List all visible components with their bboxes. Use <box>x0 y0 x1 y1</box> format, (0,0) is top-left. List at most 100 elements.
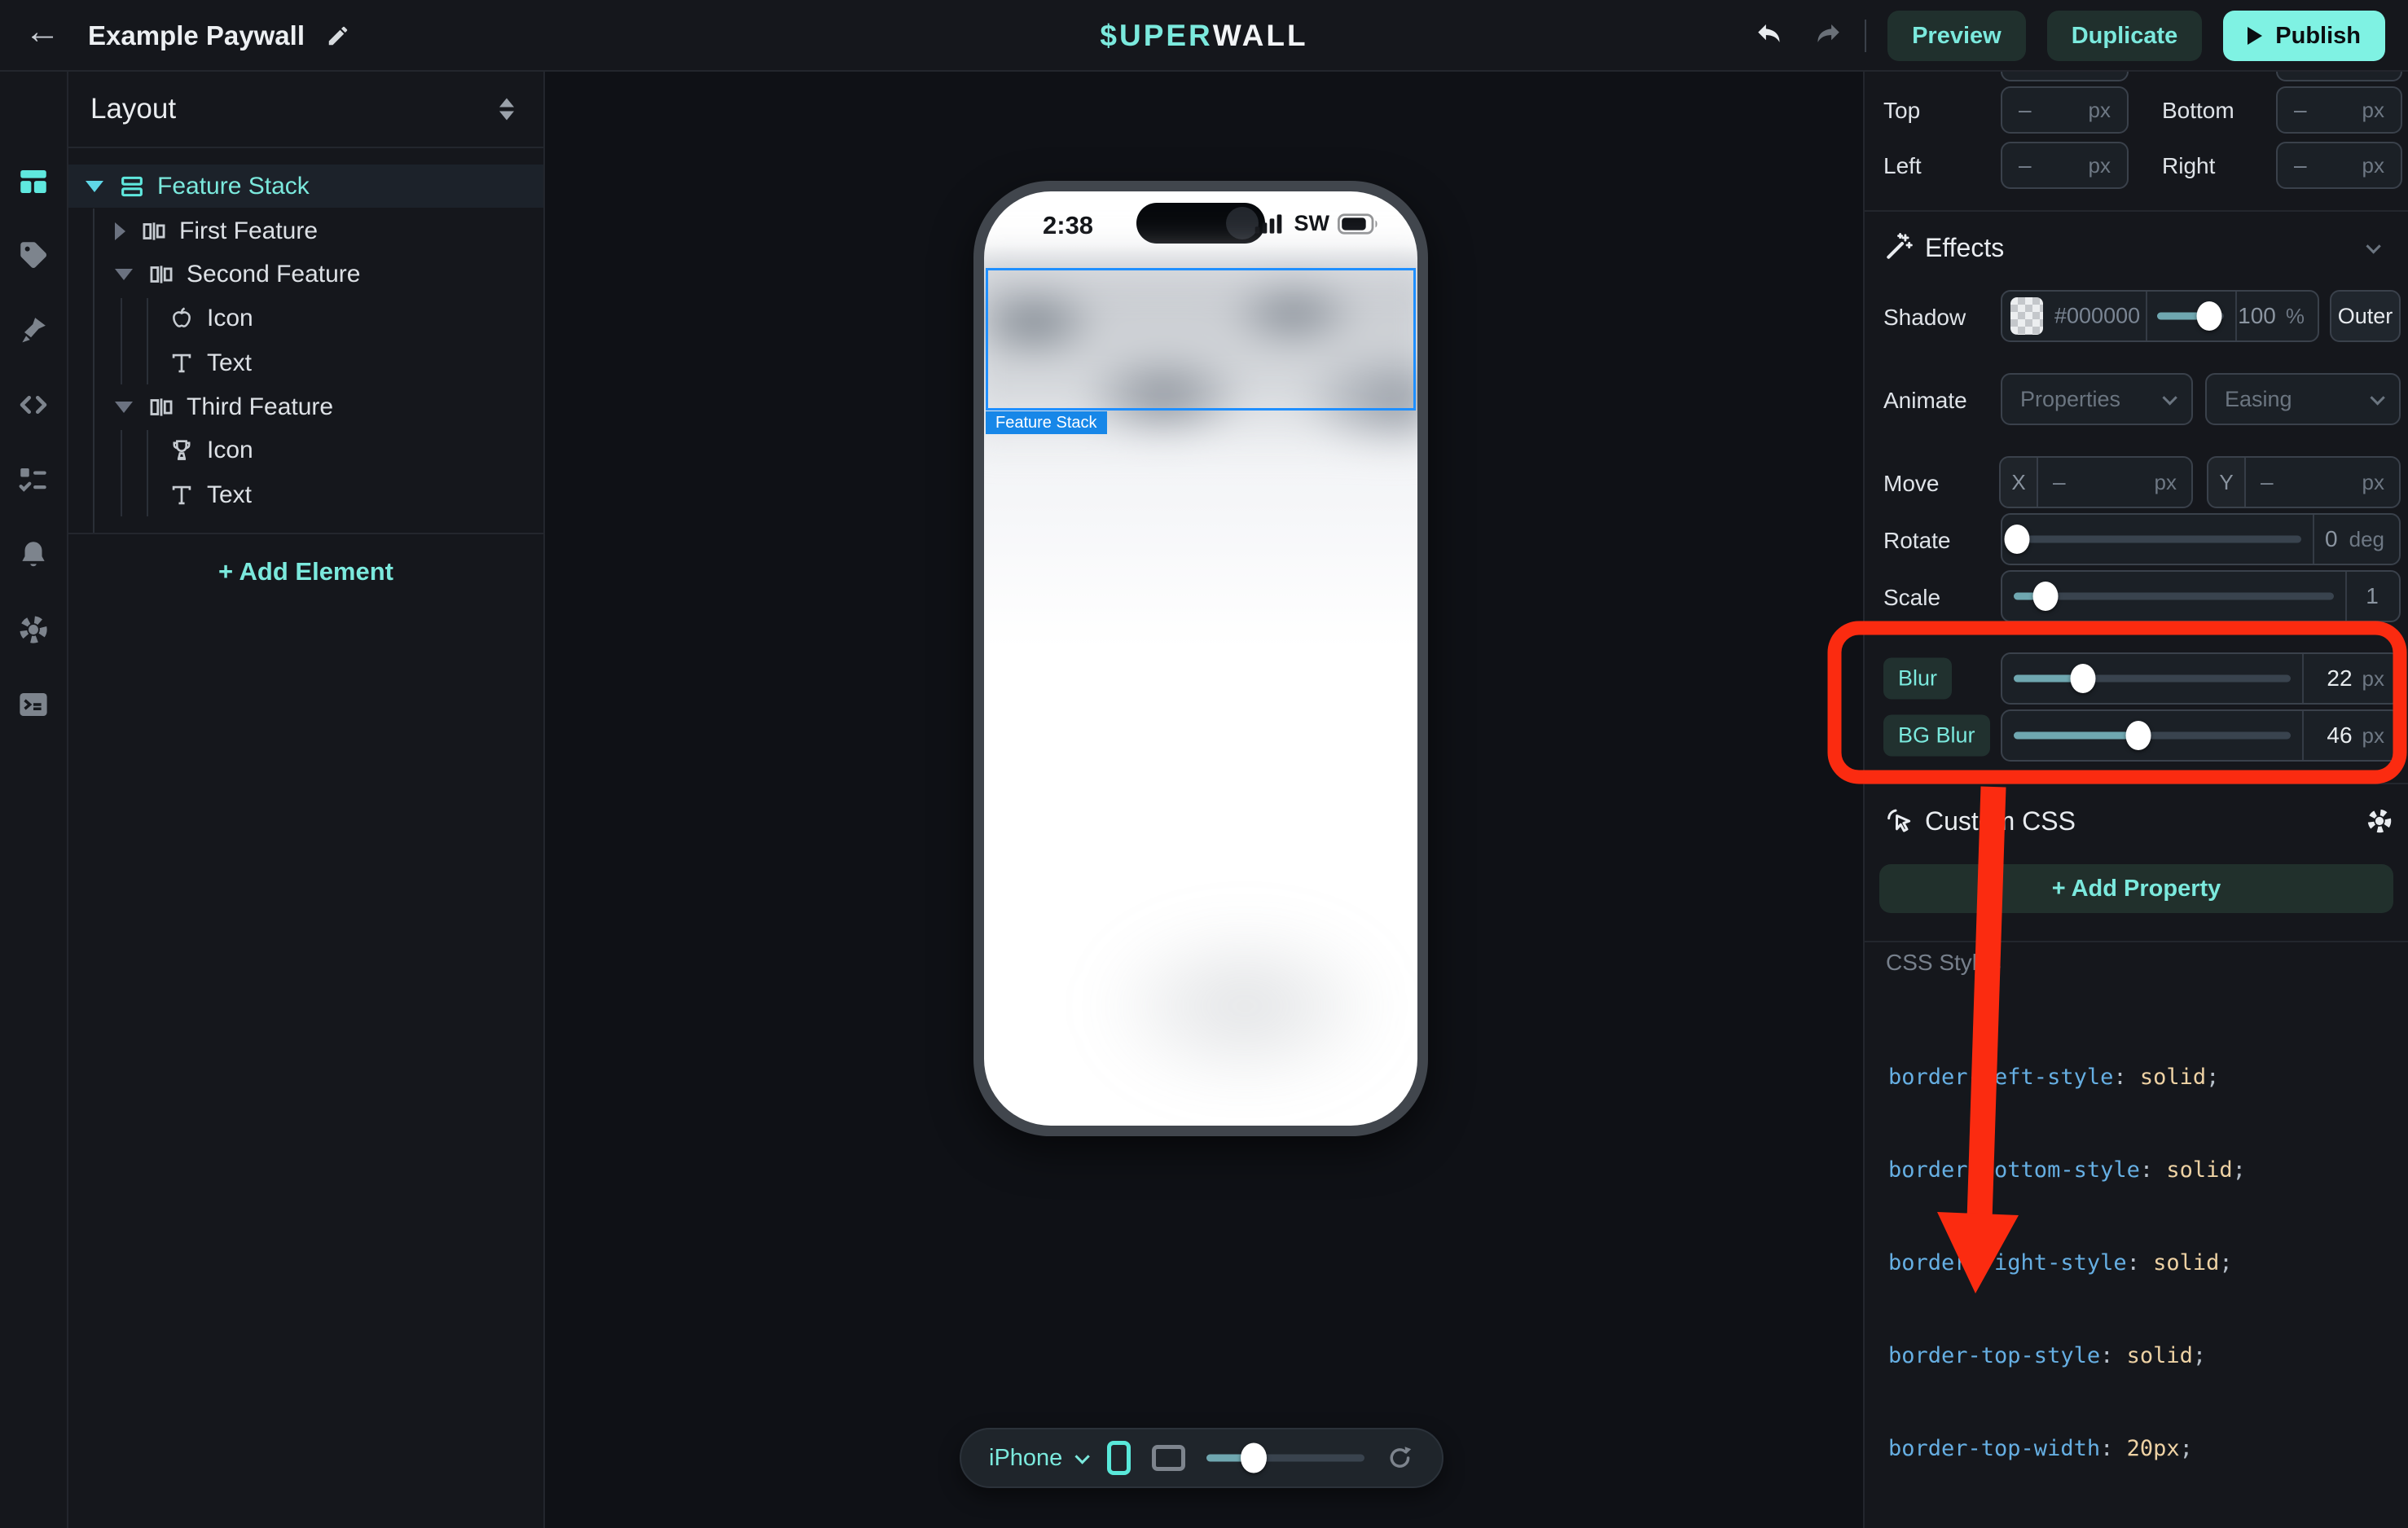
tree-item-text[interactable]: Text <box>68 473 543 516</box>
blur-slider[interactable] <box>2002 654 2302 703</box>
margin-left-input[interactable]: –px <box>2001 142 2129 189</box>
margin-input-partial[interactable] <box>2001 72 2129 81</box>
undo-icon[interactable] <box>1754 19 1788 53</box>
scale-label: Scale <box>1883 585 1940 611</box>
inspector-panel: Top –px Bottom –px Left –px Right –px Ef… <box>1863 72 2408 1528</box>
gear-icon[interactable] <box>16 613 51 647</box>
color-swatch[interactable] <box>2010 297 2043 335</box>
tag-icon[interactable] <box>16 238 51 272</box>
magic-wand-icon <box>1883 231 1914 262</box>
blur-chip[interactable]: Blur <box>1883 658 1952 700</box>
margin-input-partial[interactable] <box>2276 72 2402 81</box>
tree-item-second-feature[interactable]: Second Feature <box>68 252 543 296</box>
back-icon[interactable]: ← <box>24 11 60 52</box>
checklist-icon[interactable] <box>16 463 51 497</box>
duplicate-button[interactable]: Duplicate <box>2047 11 2203 61</box>
rotate-control[interactable]: 0 deg <box>2001 513 2401 565</box>
shadow-label: Shadow <box>1883 305 1966 331</box>
chevron-down-icon[interactable] <box>2366 239 2380 253</box>
publish-button[interactable]: Publish <box>2223 11 2385 61</box>
add-property-button[interactable]: + Add Property <box>1879 864 2393 913</box>
refresh-icon[interactable] <box>1386 1442 1414 1473</box>
margin-right-input[interactable]: –px <box>2276 142 2402 189</box>
text-icon <box>166 480 197 511</box>
layout-panel: Layout Feature Stack First Feature <box>68 72 545 1528</box>
shadow-opacity-value[interactable]: 100 <box>2238 303 2276 329</box>
shadow-hex-value[interactable]: #000000 <box>2054 304 2140 329</box>
bell-icon[interactable] <box>16 538 51 572</box>
sort-icon[interactable] <box>499 99 514 121</box>
margin-top-input[interactable]: –px <box>2001 86 2129 134</box>
move-y-input[interactable]: Y –px <box>2207 456 2401 508</box>
css-rule: border-left-style: solid; <box>1888 1062 2352 1093</box>
expander-down-icon[interactable] <box>86 181 103 192</box>
scale-control[interactable]: 1 <box>2001 570 2401 622</box>
animate-properties-select[interactable]: Properties <box>2001 373 2193 425</box>
css-rule: border-right-style: solid; <box>1888 1248 2352 1279</box>
scale-slider[interactable] <box>2002 572 2345 621</box>
css-rule: border-top-width: 20px; <box>1888 1434 2352 1464</box>
animate-easing-select[interactable]: Easing <box>2205 373 2401 425</box>
bg-blur-value[interactable]: 46 <box>2327 722 2352 749</box>
tree-item-first-feature[interactable]: First Feature <box>68 209 543 252</box>
chevron-down-icon <box>2370 390 2384 405</box>
shadow-opacity-slider[interactable] <box>2146 292 2235 340</box>
x-prefix: X <box>2001 458 2038 507</box>
redo-icon[interactable] <box>1809 19 1843 53</box>
move-x-input[interactable]: X –px <box>1999 456 2193 508</box>
slider-thumb[interactable] <box>2033 582 2059 611</box>
tree-item-label: Icon <box>207 305 253 332</box>
tree-item-feature-stack[interactable]: Feature Stack <box>68 165 543 208</box>
shadow-control[interactable]: #000000 100 % <box>2001 290 2319 342</box>
rotate-slider[interactable] <box>2002 515 2313 564</box>
theme-icon[interactable] <box>16 313 51 347</box>
canvas-zoom-slider[interactable] <box>1206 1442 1364 1474</box>
bg-blur-slider[interactable] <box>2002 711 2302 760</box>
tree-item-text[interactable]: Text <box>68 341 543 384</box>
tree-item-icon[interactable]: Icon <box>68 428 543 472</box>
blur-control[interactable]: 22 px <box>2001 652 2401 705</box>
scale-value[interactable]: 1 <box>2366 583 2379 609</box>
slider-thumb[interactable] <box>1241 1443 1267 1473</box>
y-prefix: Y <box>2208 458 2246 507</box>
device-select[interactable]: iPhone <box>989 1445 1086 1472</box>
page-title: Example Paywall <box>88 20 305 51</box>
css-settings-gear-icon[interactable] <box>2365 806 2394 836</box>
tree-item-label: Text <box>207 481 252 509</box>
columns-icon <box>146 392 177 423</box>
shadow-mode-button[interactable]: Outer <box>2330 290 2401 342</box>
css-rule: border-top-style: solid; <box>1888 1341 2352 1372</box>
blur-value[interactable]: 22 <box>2327 665 2352 692</box>
tree-item-label: Text <box>207 349 252 377</box>
rotate-value[interactable]: 0 <box>2325 526 2338 552</box>
tree-item-third-feature[interactable]: Third Feature <box>68 385 543 428</box>
slider-thumb[interactable] <box>2197 301 2222 331</box>
layout-panel-header[interactable]: Layout <box>68 72 543 147</box>
expander-down-icon[interactable] <box>115 269 133 280</box>
custom-css-section-title: Custom CSS <box>1925 806 2076 836</box>
text-icon <box>166 348 197 379</box>
code-icon[interactable] <box>16 388 51 422</box>
editor-canvas[interactable]: 2:38 SW Feature Stack <box>545 72 1863 1528</box>
expander-down-icon[interactable] <box>115 402 133 413</box>
landscape-button[interactable] <box>1152 1445 1185 1471</box>
add-element-button[interactable]: + Add Element <box>68 551 543 593</box>
layout-panel-title: Layout <box>90 93 176 125</box>
edit-pencil-icon[interactable] <box>326 24 350 48</box>
battery-icon <box>1338 213 1380 235</box>
tree-item-icon[interactable]: Icon <box>68 296 543 340</box>
console-icon[interactable] <box>16 687 51 722</box>
effects-section-title: Effects <box>1925 233 2004 263</box>
preview-button[interactable]: Preview <box>1887 11 2026 61</box>
layout-icon[interactable] <box>16 165 51 199</box>
slider-thumb[interactable] <box>2126 721 2151 750</box>
margin-bottom-input[interactable]: –px <box>2276 86 2402 134</box>
bg-blur-chip[interactable]: BG Blur <box>1883 715 1990 757</box>
slider-thumb[interactable] <box>2005 525 2030 554</box>
tree-item-label: Feature Stack <box>157 173 310 200</box>
portrait-button[interactable] <box>1107 1441 1130 1475</box>
margin-top-label: Top <box>1883 98 1920 124</box>
bg-blur-control[interactable]: 46 px <box>2001 709 2401 762</box>
slider-thumb[interactable] <box>2071 664 2096 693</box>
expander-right-icon[interactable] <box>115 222 125 240</box>
